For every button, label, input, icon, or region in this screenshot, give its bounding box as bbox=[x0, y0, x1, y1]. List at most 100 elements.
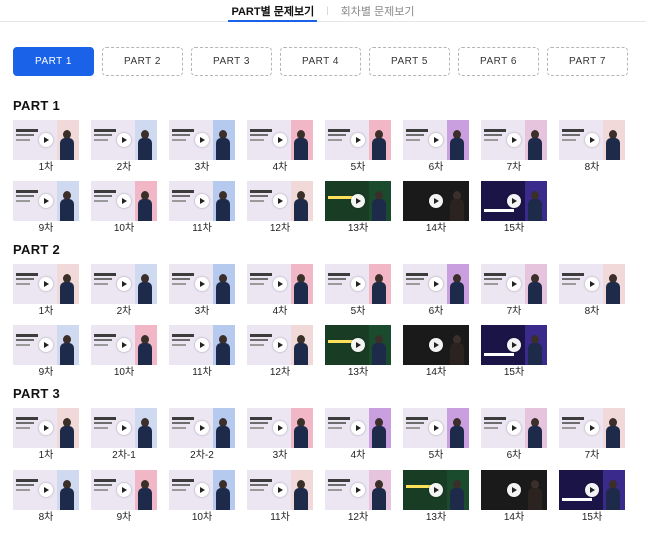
play-icon[interactable] bbox=[429, 277, 443, 291]
video-thumbnail[interactable] bbox=[325, 325, 391, 365]
video-card[interactable]: 12차 bbox=[247, 181, 313, 236]
video-thumbnail[interactable] bbox=[13, 408, 79, 448]
play-icon[interactable] bbox=[39, 483, 53, 497]
play-icon[interactable] bbox=[507, 277, 521, 291]
play-icon[interactable] bbox=[585, 133, 599, 147]
play-icon[interactable] bbox=[507, 133, 521, 147]
video-card[interactable]: 12차 bbox=[247, 325, 313, 380]
play-icon[interactable] bbox=[351, 338, 365, 352]
video-card[interactable]: 2차 bbox=[91, 264, 157, 319]
video-card[interactable]: 7차 bbox=[481, 120, 547, 175]
video-card[interactable]: 6차 bbox=[403, 264, 469, 319]
video-thumbnail[interactable] bbox=[325, 264, 391, 304]
video-card[interactable]: 5차 bbox=[325, 264, 391, 319]
video-card[interactable]: 6차 bbox=[403, 120, 469, 175]
play-icon[interactable] bbox=[351, 194, 365, 208]
video-thumbnail[interactable] bbox=[13, 325, 79, 365]
part-3-button[interactable]: PART 3 bbox=[191, 47, 272, 76]
play-icon[interactable] bbox=[195, 483, 209, 497]
play-icon[interactable] bbox=[39, 194, 53, 208]
video-thumbnail[interactable] bbox=[481, 470, 547, 510]
play-icon[interactable] bbox=[117, 483, 131, 497]
play-icon[interactable] bbox=[117, 338, 131, 352]
video-thumbnail[interactable] bbox=[481, 181, 547, 221]
video-card[interactable]: 4차 bbox=[325, 408, 391, 463]
play-icon[interactable] bbox=[351, 421, 365, 435]
video-card[interactable]: 1차 bbox=[13, 264, 79, 319]
video-thumbnail[interactable] bbox=[325, 470, 391, 510]
video-card[interactable]: 2차-2 bbox=[169, 408, 235, 463]
video-card[interactable]: 1차 bbox=[13, 120, 79, 175]
play-icon[interactable] bbox=[117, 277, 131, 291]
video-card[interactable]: 11차 bbox=[169, 181, 235, 236]
video-thumbnail[interactable] bbox=[325, 181, 391, 221]
video-thumbnail[interactable] bbox=[169, 470, 235, 510]
video-thumbnail[interactable] bbox=[481, 264, 547, 304]
video-card[interactable]: 12차 bbox=[325, 470, 391, 525]
video-card[interactable]: 14차 bbox=[403, 325, 469, 380]
part-2-button[interactable]: PART 2 bbox=[102, 47, 183, 76]
part-7-button[interactable]: PART 7 bbox=[547, 47, 628, 76]
video-thumbnail[interactable] bbox=[325, 408, 391, 448]
video-card[interactable]: 13차 bbox=[325, 181, 391, 236]
part-4-button[interactable]: PART 4 bbox=[280, 47, 361, 76]
video-thumbnail[interactable] bbox=[13, 264, 79, 304]
play-icon[interactable] bbox=[273, 483, 287, 497]
video-card[interactable]: 11차 bbox=[247, 470, 313, 525]
video-card[interactable]: 14차 bbox=[403, 181, 469, 236]
video-card[interactable]: 13차 bbox=[403, 470, 469, 525]
play-icon[interactable] bbox=[273, 277, 287, 291]
video-thumbnail[interactable] bbox=[403, 120, 469, 160]
play-icon[interactable] bbox=[429, 338, 443, 352]
play-icon[interactable] bbox=[117, 133, 131, 147]
video-card[interactable]: 4차 bbox=[247, 264, 313, 319]
video-thumbnail[interactable] bbox=[559, 120, 625, 160]
video-card[interactable]: 7차 bbox=[481, 264, 547, 319]
play-icon[interactable] bbox=[585, 277, 599, 291]
video-thumbnail[interactable] bbox=[169, 264, 235, 304]
video-card[interactable]: 2차 bbox=[91, 120, 157, 175]
video-thumbnail[interactable] bbox=[91, 470, 157, 510]
video-thumbnail[interactable] bbox=[247, 120, 313, 160]
video-thumbnail[interactable] bbox=[169, 325, 235, 365]
video-card[interactable]: 5차 bbox=[325, 120, 391, 175]
play-icon[interactable] bbox=[195, 338, 209, 352]
video-card[interactable]: 11차 bbox=[169, 325, 235, 380]
part-6-button[interactable]: PART 6 bbox=[458, 47, 539, 76]
video-thumbnail[interactable] bbox=[91, 120, 157, 160]
play-icon[interactable] bbox=[429, 421, 443, 435]
video-card[interactable]: 8차 bbox=[13, 470, 79, 525]
video-card[interactable]: 2차-1 bbox=[91, 408, 157, 463]
video-card[interactable]: 5차 bbox=[403, 408, 469, 463]
video-thumbnail[interactable] bbox=[247, 470, 313, 510]
video-card[interactable]: 3차 bbox=[247, 408, 313, 463]
video-card[interactable]: 1차 bbox=[13, 408, 79, 463]
video-thumbnail[interactable] bbox=[481, 120, 547, 160]
video-thumbnail[interactable] bbox=[247, 181, 313, 221]
play-icon[interactable] bbox=[39, 338, 53, 352]
play-icon[interactable] bbox=[507, 338, 521, 352]
play-icon[interactable] bbox=[429, 194, 443, 208]
video-thumbnail[interactable] bbox=[13, 470, 79, 510]
play-icon[interactable] bbox=[507, 421, 521, 435]
video-thumbnail[interactable] bbox=[403, 325, 469, 365]
play-icon[interactable] bbox=[39, 421, 53, 435]
video-card[interactable]: 3차 bbox=[169, 120, 235, 175]
video-card[interactable]: 8차 bbox=[559, 264, 625, 319]
part-5-button[interactable]: PART 5 bbox=[369, 47, 450, 76]
play-icon[interactable] bbox=[39, 277, 53, 291]
play-icon[interactable] bbox=[195, 133, 209, 147]
video-card[interactable]: 15차 bbox=[559, 470, 625, 525]
play-icon[interactable] bbox=[195, 194, 209, 208]
video-thumbnail[interactable] bbox=[91, 408, 157, 448]
play-icon[interactable] bbox=[429, 133, 443, 147]
play-icon[interactable] bbox=[351, 277, 365, 291]
video-thumbnail[interactable] bbox=[403, 181, 469, 221]
play-icon[interactable] bbox=[429, 483, 443, 497]
play-icon[interactable] bbox=[507, 483, 521, 497]
video-card[interactable]: 8차 bbox=[559, 120, 625, 175]
video-card[interactable]: 14차 bbox=[481, 470, 547, 525]
video-card[interactable]: 7차 bbox=[559, 408, 625, 463]
play-icon[interactable] bbox=[273, 338, 287, 352]
video-thumbnail[interactable] bbox=[403, 408, 469, 448]
